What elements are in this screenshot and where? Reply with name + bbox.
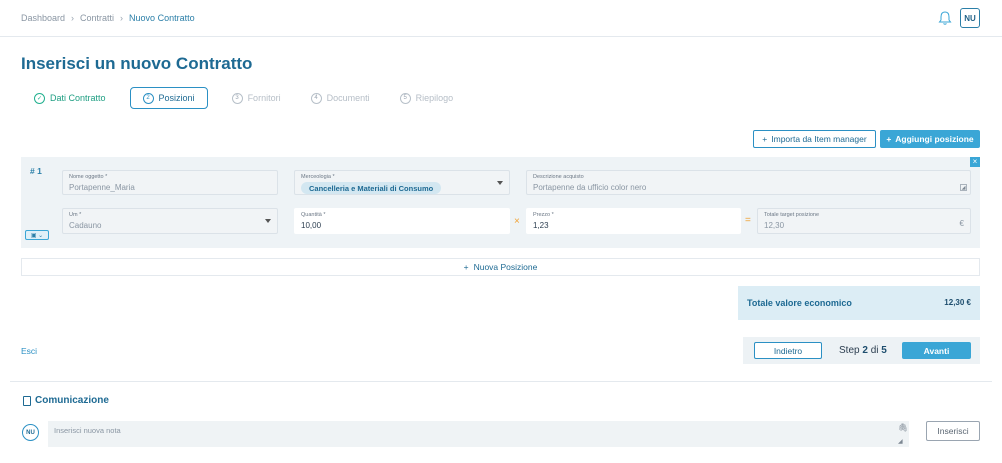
position-number: # 1 [30, 166, 42, 176]
close-icon[interactable]: × [970, 157, 980, 167]
back-button[interactable]: Indietro [754, 342, 822, 359]
paperclip-icon[interactable]: 🖇 [898, 423, 908, 432]
step-riepilogo[interactable]: 5 Riepilogo [394, 87, 460, 109]
back-label: Indietro [773, 345, 803, 356]
comunicazione-title: Comunicazione [23, 395, 109, 406]
multiply-icon: × [514, 216, 520, 227]
step-number: 2 [142, 92, 154, 104]
copy-toggle-button[interactable]: ▣ ⌄ [25, 230, 49, 240]
field-label: Totale target posizione [764, 212, 820, 218]
plus-icon: + [463, 262, 469, 272]
breadcrumb-dashboard[interactable]: Dashboard [21, 13, 65, 23]
step-label: Fornitori [247, 93, 281, 103]
note-placeholder: Inserisci nuova nota [54, 426, 121, 435]
avatar: NU [22, 424, 39, 441]
resize-icon[interactable]: ◢ [960, 184, 967, 191]
field-label: Nome oggetto * [69, 174, 108, 180]
step-label: Posizioni [158, 93, 195, 103]
merceologia-select[interactable]: Merceologia * Cancelleria e Materiali di… [294, 170, 510, 195]
check-icon: ✓ [34, 92, 45, 104]
step-label: Riepilogo [415, 93, 454, 103]
next-label: Avanti [923, 345, 950, 356]
chevron-down-icon [265, 219, 271, 223]
note-icon [23, 395, 31, 406]
step-label: Dati Contratto [50, 93, 106, 103]
chevron-down-icon [497, 181, 503, 185]
step-dati-contratto[interactable]: ✓ Dati Contratto [28, 87, 112, 109]
plus-icon: + [762, 134, 768, 144]
field-value: Cadauno [69, 221, 102, 230]
step-label: Documenti [326, 93, 370, 103]
nome-oggetto-field[interactable]: Nome oggetto * Portapenne_Maria [62, 170, 278, 195]
page-title: Inserisci un nuovo Contratto [21, 54, 253, 73]
bell-icon[interactable] [937, 10, 953, 26]
step-total: 5 [881, 345, 887, 356]
field-value: 12,30 [764, 221, 785, 230]
quantita-field[interactable]: Quantità * 10,00 [294, 208, 510, 234]
note-textarea[interactable] [48, 421, 909, 447]
step-prefix: Step [839, 345, 860, 356]
resize-icon[interactable]: ◢ [898, 438, 903, 445]
equals-icon: = [745, 215, 751, 226]
total-summary: Totale valore economico 12,30 € [738, 286, 980, 320]
step-current: 2 [862, 345, 868, 356]
section-divider [10, 381, 992, 382]
step-indicator: Step 2 di 5 [839, 345, 887, 356]
import-label: Importa da Item manager [771, 134, 867, 144]
field-value: 10,00 [301, 221, 322, 230]
plus-icon: + [886, 134, 892, 144]
chevron-right-icon: › [120, 13, 124, 23]
field-label: Merceologia * [301, 174, 335, 180]
totale-target-field: Totale target posizione 12,30 € [757, 208, 971, 234]
field-value: Portapenne da ufficio color nero [533, 183, 647, 192]
field-label: Quantità * [301, 212, 326, 218]
field-label: Descrizione acquisto [533, 174, 584, 180]
comunicazione-label: Comunicazione [35, 395, 109, 406]
field-label: Um * [69, 212, 82, 218]
wizard-stepper: ✓ Dati Contratto 2 Posizioni 3 Fornitori… [28, 87, 477, 109]
add-position-button[interactable]: + Aggiungi posizione [880, 130, 980, 148]
exit-link[interactable]: Esci [21, 346, 37, 356]
step-number: 4 [310, 92, 322, 104]
step-number: 3 [231, 92, 243, 104]
field-label: Prezzo * [533, 212, 554, 218]
user-avatar[interactable]: NU [960, 8, 980, 28]
total-label: Totale valore economico [747, 298, 852, 308]
descrizione-acquisto-field[interactable]: Descrizione acquisto Portapenne da uffic… [526, 170, 971, 195]
import-item-manager-button[interactable]: + Importa da Item manager [753, 130, 876, 148]
new-position-label: Nuova Posizione [473, 262, 538, 272]
new-position-button[interactable]: + Nuova Posizione [21, 258, 980, 276]
merceologia-tag: Cancelleria e Materiali di Consumo [301, 182, 442, 194]
chevron-right-icon: › [71, 13, 75, 23]
next-button[interactable]: Avanti [902, 342, 971, 359]
step-documenti[interactable]: 4 Documenti [305, 87, 376, 109]
submit-note-button[interactable]: Inserisci [926, 421, 980, 441]
step-posizioni[interactable]: 2 Posizioni [129, 87, 208, 109]
breadcrumb: Dashboard › Contratti › Nuovo Contratto [21, 13, 195, 23]
breadcrumb-current: Nuovo Contratto [129, 13, 195, 23]
field-value: 1,23 [533, 221, 549, 230]
add-label: Aggiungi posizione [895, 134, 974, 144]
top-bar: Dashboard › Contratti › Nuovo Contratto … [0, 0, 1002, 37]
um-select[interactable]: Um * Cadauno [62, 208, 278, 234]
step-fornitori[interactable]: 3 Fornitori [226, 87, 287, 109]
total-value: 12,30 € [944, 298, 971, 307]
breadcrumb-contratti[interactable]: Contratti [80, 13, 114, 23]
field-value: Portapenne_Maria [69, 183, 135, 192]
euro-icon: € [959, 219, 964, 228]
prezzo-field[interactable]: Prezzo * 1,23 [526, 208, 741, 234]
step-number: 5 [399, 92, 411, 104]
step-sep: di [870, 345, 879, 356]
